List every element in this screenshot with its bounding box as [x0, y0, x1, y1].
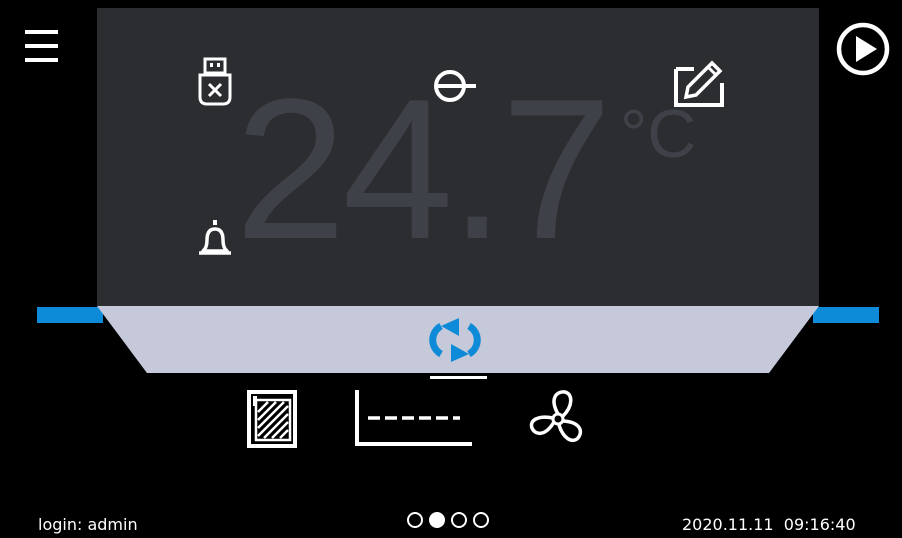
page-indicator — [407, 512, 489, 528]
bell-icon[interactable] — [195, 218, 235, 260]
usb-disconnected-icon[interactable] — [195, 57, 235, 107]
page-dot-3[interactable] — [451, 512, 467, 528]
play-icon[interactable] — [835, 21, 891, 77]
date-time: 2020.11.11 09:16:40 — [682, 515, 856, 534]
status-bar-left — [37, 307, 103, 323]
selected-tab-underline — [430, 376, 487, 379]
status-bar-right — [813, 307, 879, 323]
fan-icon[interactable] — [527, 388, 589, 450]
page-dot-4[interactable] — [473, 512, 489, 528]
menu-icon[interactable] — [25, 27, 59, 67]
temperature-unit: °C — [620, 96, 697, 172]
page-dot-1[interactable] — [407, 512, 423, 528]
login-status[interactable]: login: admin — [38, 515, 138, 534]
chart-icon[interactable] — [354, 388, 474, 448]
page-dot-2[interactable] — [429, 512, 445, 528]
sync-icon[interactable] — [419, 316, 491, 364]
temperature-value: 24.7 — [235, 58, 612, 281]
chamber-door-icon[interactable] — [247, 390, 297, 448]
